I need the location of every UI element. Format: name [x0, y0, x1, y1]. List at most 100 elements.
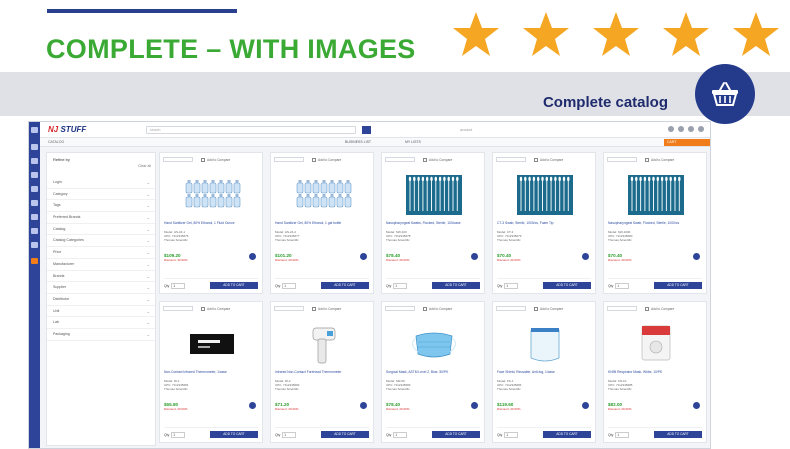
add-to-cart-button[interactable]: ADD TO CART [210, 282, 258, 289]
catalog-nav-icon[interactable] [31, 258, 38, 264]
filter-row[interactable]: Catalog Categories ⌄ [47, 235, 155, 248]
product-image[interactable] [291, 173, 355, 217]
quantity-input[interactable]: 1 [171, 283, 186, 289]
compare-checkbox[interactable] [201, 157, 205, 162]
product-name[interactable]: CT-3 Swab, Sterile, 1000/cs, Foam Tip [497, 221, 591, 225]
add-to-cart-button[interactable]: ADD TO CART [432, 282, 480, 289]
quantity-input[interactable]: 1 [504, 432, 519, 438]
breadcrumb[interactable]: CATALOG [48, 140, 64, 144]
product-name[interactable]: Hand Sanitizer Gel, 80% Ethanol, 1 gal b… [275, 221, 369, 225]
info-icon[interactable] [249, 253, 256, 260]
quantity-input[interactable]: 1 [282, 283, 297, 289]
settings-icon[interactable] [31, 242, 38, 248]
add-to-list-select[interactable] [496, 157, 526, 162]
filter-row[interactable]: Packaging ⌄ [47, 329, 155, 341]
product-name[interactable]: Nasopharyngeal Swab, Flocked, Sterile, 1… [608, 221, 702, 225]
product-name[interactable]: Surgical Mask, ASTM Level 2, Blue, 50/PK [386, 370, 480, 374]
add-to-list-select[interactable] [274, 157, 304, 162]
quantity-input[interactable]: 1 [282, 432, 297, 438]
filter-row[interactable]: Brands ⌄ [47, 271, 155, 283]
add-to-list-select[interactable] [163, 157, 193, 162]
add-to-list-select[interactable] [607, 306, 637, 311]
quantity-input[interactable]: 1 [393, 432, 408, 438]
filter-row[interactable]: Distributor ⌄ [47, 294, 155, 306]
info-icon[interactable] [471, 253, 478, 260]
compare-checkbox[interactable] [312, 157, 316, 162]
add-to-list-select[interactable] [163, 306, 193, 311]
product-name[interactable]: Infrared Non-Contact Forehead Thermomete… [275, 370, 369, 374]
add-to-list-select[interactable] [496, 306, 526, 311]
compare-checkbox[interactable] [423, 157, 427, 162]
compare-checkbox[interactable] [534, 306, 538, 311]
globe-icon[interactable] [31, 158, 38, 164]
filter-row[interactable]: Manufacturer ⌄ [47, 259, 155, 271]
product-image[interactable] [513, 173, 577, 217]
info-icon[interactable] [360, 402, 367, 409]
filter-row[interactable]: Lab ⌄ [47, 317, 155, 329]
compare-checkbox[interactable] [312, 306, 316, 311]
info-icon[interactable] [360, 253, 367, 260]
filter-row[interactable]: Tags ⌄ [47, 200, 155, 213]
product-image[interactable] [624, 322, 688, 366]
settings-icon[interactable] [678, 126, 684, 132]
filter-row[interactable]: Category ⌄ [47, 189, 155, 201]
add-to-cart-button[interactable]: ADD TO CART [432, 431, 480, 438]
user-icon[interactable] [698, 126, 704, 132]
info-icon[interactable] [693, 253, 700, 260]
product-name[interactable]: Non-Contact Infrared Thermometer, 1/case [164, 370, 258, 374]
filter-row[interactable]: Preferred Brands ⌄ [47, 212, 155, 224]
info-icon[interactable] [471, 402, 478, 409]
cart-button[interactable]: CART [664, 139, 710, 146]
help-icon[interactable] [668, 126, 674, 132]
product-name[interactable]: Hand Sanitizer Gel, 80% Ethanol, 1 Fluid… [164, 221, 258, 225]
filter-row[interactable]: Supplier ⌄ [47, 282, 155, 294]
product-image[interactable] [180, 322, 244, 366]
add-to-cart-button[interactable]: ADD TO CART [210, 431, 258, 438]
filter-row[interactable]: Login ⌄ [47, 177, 155, 189]
document-icon[interactable] [31, 186, 38, 192]
search-button[interactable] [362, 126, 371, 134]
product-image[interactable] [513, 322, 577, 366]
info-icon[interactable] [582, 402, 589, 409]
chart-icon[interactable] [31, 172, 38, 178]
search-input[interactable]: search [146, 126, 356, 134]
add-to-cart-button[interactable]: ADD TO CART [654, 282, 702, 289]
product-name[interactable]: KN95 Respirator Mask, White, 10/PK [608, 370, 702, 374]
subnav-business-list[interactable]: BUSINESS LIST [345, 140, 371, 144]
info-icon[interactable] [582, 253, 589, 260]
menu-icon[interactable] [31, 127, 38, 133]
filter-row[interactable]: Unit ⌄ [47, 306, 155, 318]
home-icon[interactable] [31, 144, 38, 150]
filter-row[interactable]: Catalog ⌄ [47, 224, 155, 236]
add-to-cart-button[interactable]: ADD TO CART [543, 431, 591, 438]
quantity-input[interactable]: 1 [504, 283, 519, 289]
compare-checkbox[interactable] [645, 306, 649, 311]
info-icon[interactable] [249, 402, 256, 409]
product-image[interactable] [624, 173, 688, 217]
add-to-cart-button[interactable]: ADD TO CART [654, 431, 702, 438]
quantity-input[interactable]: 1 [171, 432, 186, 438]
add-to-cart-button[interactable]: ADD TO CART [543, 282, 591, 289]
quantity-input[interactable]: 1 [393, 283, 408, 289]
add-to-cart-button[interactable]: ADD TO CART [321, 431, 369, 438]
add-to-list-select[interactable] [385, 157, 415, 162]
compare-checkbox[interactable] [423, 306, 427, 311]
info-icon[interactable] [693, 402, 700, 409]
product-image[interactable] [402, 322, 466, 366]
compare-checkbox[interactable] [645, 157, 649, 162]
add-to-cart-button[interactable]: ADD TO CART [321, 282, 369, 289]
product-image[interactable] [291, 322, 355, 366]
add-to-list-select[interactable] [385, 306, 415, 311]
compare-checkbox[interactable] [201, 306, 205, 311]
clear-filters-link[interactable]: Clear all [138, 164, 151, 168]
product-name[interactable]: Nasopharyngeal Swabs, Flocked, Sterile, … [386, 221, 480, 225]
clipboard-icon[interactable] [31, 214, 38, 220]
list-icon[interactable] [31, 200, 38, 206]
compare-checkbox[interactable] [534, 157, 538, 162]
quantity-input[interactable]: 1 [615, 432, 630, 438]
subnav-my-lists[interactable]: MY LISTS [405, 140, 421, 144]
add-to-list-select[interactable] [607, 157, 637, 162]
product-name[interactable]: Face Shield, Reusable, Anti-fog, 1/case [497, 370, 591, 374]
notification-icon[interactable] [688, 126, 694, 132]
report-icon[interactable] [31, 228, 38, 234]
